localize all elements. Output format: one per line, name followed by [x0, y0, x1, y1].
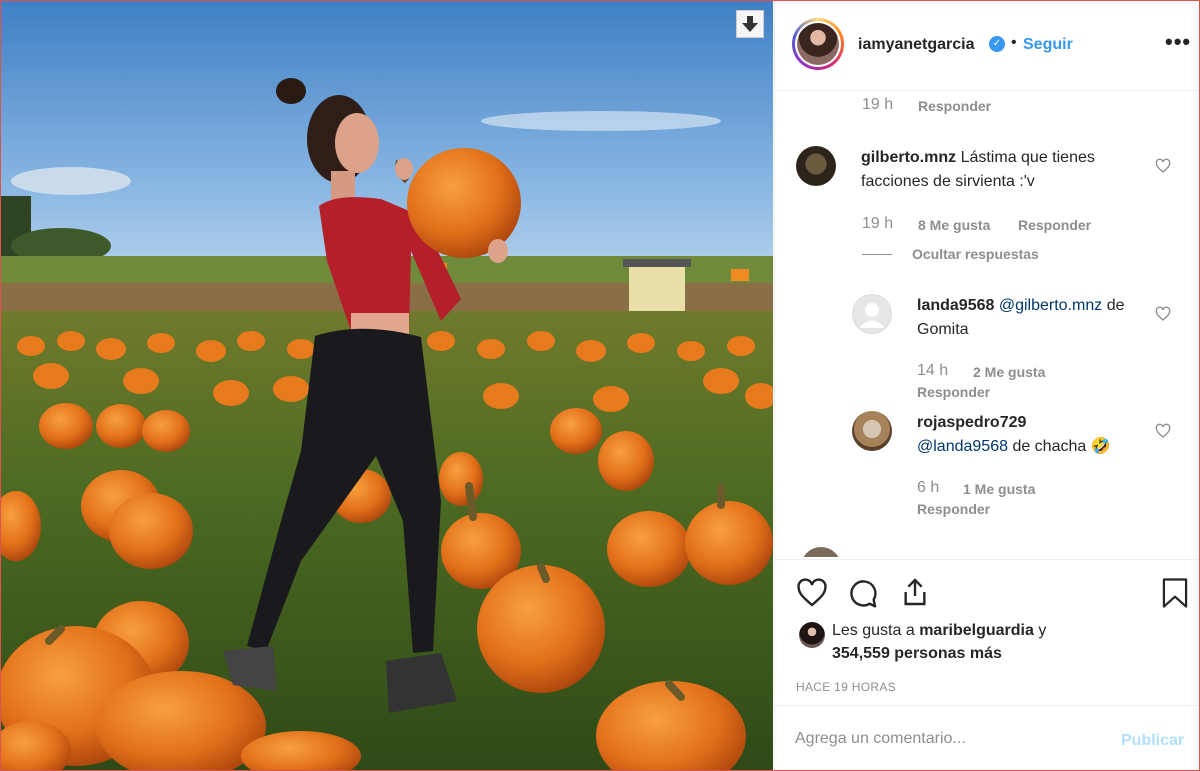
commenter-avatar[interactable]	[796, 146, 836, 186]
bookmark-icon[interactable]	[1161, 577, 1189, 609]
add-comment-bar: Publicar	[775, 705, 1199, 770]
likes-suffix: y	[1038, 622, 1047, 639]
hide-replies-line	[862, 254, 892, 255]
heart-icon[interactable]	[1155, 158, 1171, 174]
post-actions: Les gusta a maribelguardia y 354,559 per…	[775, 559, 1199, 704]
reply-button[interactable]: Responder	[918, 98, 991, 114]
comment-username[interactable]: landa9568	[917, 297, 994, 314]
heart-icon[interactable]	[796, 577, 828, 609]
comment-time: 14 h	[917, 362, 949, 379]
comment-time: 6 h	[917, 479, 940, 496]
likes-count[interactable]: 354,559 personas más	[832, 645, 1002, 663]
post-side-panel: iamyanetgarcia ✓ • Seguir ••• 19 h Respo…	[774, 1, 1199, 770]
reply-button[interactable]: Responder	[917, 501, 990, 517]
post-photo[interactable]	[1, 1, 773, 770]
comment-body: rojaspedro729 @landa9568 de chacha 🤣	[917, 411, 1157, 459]
liker-avatar[interactable]	[799, 622, 825, 648]
author-avatar[interactable]	[792, 18, 844, 70]
download-icon	[742, 16, 758, 32]
heart-icon[interactable]	[1155, 423, 1171, 439]
post-header: iamyanetgarcia ✓ • Seguir •••	[775, 1, 1199, 91]
post-timestamp[interactable]: HACE 19 HORAS	[796, 680, 896, 694]
pumpkin-field-photo	[1, 1, 773, 770]
publish-button[interactable]: Publicar	[1121, 732, 1184, 750]
comment-input[interactable]	[795, 726, 1105, 752]
separator-dot: •	[1011, 34, 1017, 51]
comment-mention[interactable]: @landa9568	[917, 438, 1008, 455]
likes-summary: Les gusta a maribelguardia y	[832, 622, 1046, 640]
comment-body: landa9568 @gilberto.mnz de Gomita	[917, 294, 1157, 342]
share-icon[interactable]	[899, 576, 931, 608]
reply-button[interactable]: Responder	[1018, 217, 1091, 233]
comment-likes[interactable]: 2 Me gusta	[973, 364, 1045, 380]
comments-list[interactable]: 19 h Responder gilberto.mnz Lástima que …	[775, 92, 1199, 557]
comment-time: 19 h	[862, 215, 894, 232]
commenter-avatar[interactable]	[801, 547, 841, 557]
hide-replies-button[interactable]: Ocultar respuestas	[912, 246, 1039, 262]
commenter-avatar[interactable]	[852, 411, 892, 451]
comment-text: de chacha 🤣	[1012, 438, 1111, 455]
comment-likes[interactable]: 8 Me gusta	[918, 217, 990, 233]
likes-prefix: Les gusta a	[832, 622, 915, 639]
author-username[interactable]: iamyanetgarcia	[858, 36, 975, 54]
heart-icon[interactable]	[1155, 306, 1171, 322]
comment-mention[interactable]: @gilberto.mnz	[999, 297, 1102, 314]
more-icon[interactable]: •••	[1165, 29, 1191, 55]
reply-button[interactable]: Responder	[917, 384, 990, 400]
default-user-icon	[859, 303, 885, 328]
verified-icon: ✓	[989, 36, 1005, 52]
liker-username[interactable]: maribelguardia	[919, 622, 1034, 639]
comment-username[interactable]: gilberto.mnz	[861, 149, 956, 166]
comment-time: 19 h	[862, 96, 894, 113]
comment-username[interactable]: rojaspedro729	[917, 414, 1026, 431]
comment-likes[interactable]: 1 Me gusta	[963, 481, 1035, 497]
comment-icon[interactable]	[847, 577, 879, 609]
follow-button[interactable]: Seguir	[1023, 36, 1073, 54]
comment-body: gilberto.mnz Lástima que tienes faccione…	[861, 146, 1161, 194]
download-button[interactable]	[736, 10, 764, 38]
commenter-avatar[interactable]	[852, 294, 892, 334]
